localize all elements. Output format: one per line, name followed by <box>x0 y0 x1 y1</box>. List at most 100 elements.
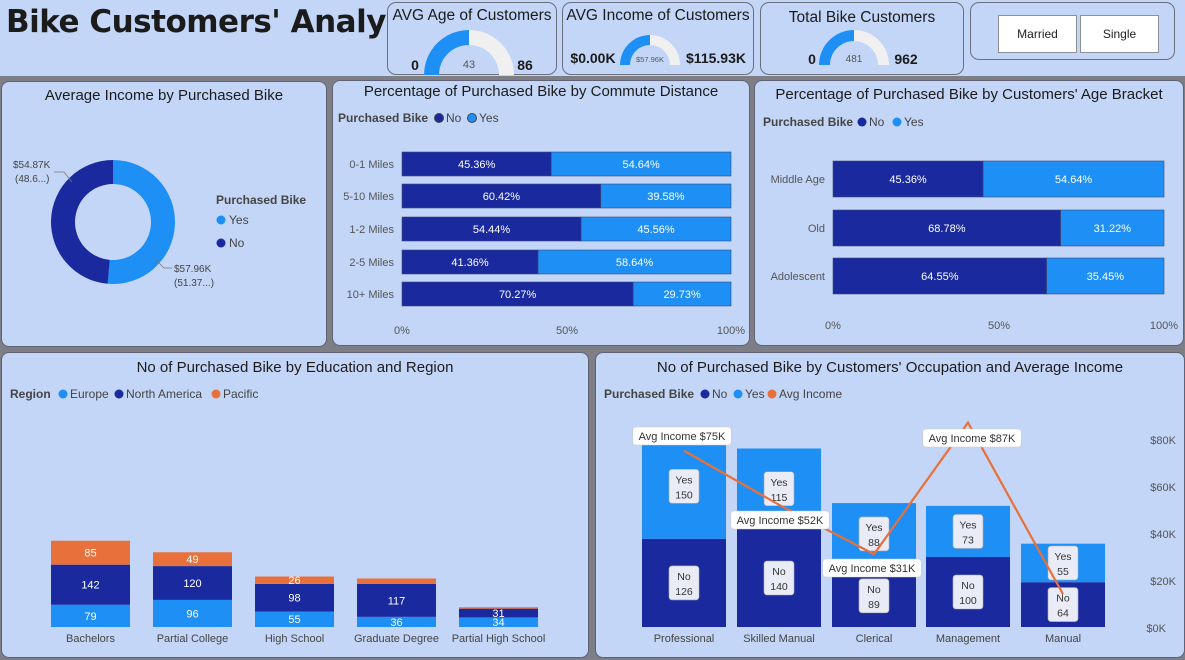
data-label-series: Yes <box>675 474 692 486</box>
data-label: 54.64% <box>622 159 660 171</box>
gauge-max: $115.93K <box>686 50 746 66</box>
legend-swatch-no <box>700 389 710 399</box>
data-label-series: No <box>677 571 691 583</box>
data-label: 55 <box>1057 566 1069 578</box>
line-data-label: Avg Income $75K <box>639 431 726 443</box>
legend-title: Purchased Bike <box>604 387 694 401</box>
data-label: 35.45% <box>1087 271 1125 283</box>
legend-label-avg-income: Avg Income <box>779 387 842 401</box>
legend-label-yes: Yes <box>479 111 499 125</box>
legend-swatch-yes <box>892 117 902 127</box>
x-tick: 0% <box>394 325 410 337</box>
data-label: 120 <box>183 578 201 590</box>
legend-label-europe: Europe <box>70 387 109 401</box>
occupation-panel: No of Purchased Bike by Customers' Occup… <box>595 352 1185 658</box>
data-label: 41.36% <box>451 257 489 269</box>
legend-label-north-america: North America <box>126 387 202 401</box>
data-label: 85 <box>84 548 96 560</box>
data-label: 54.64% <box>1055 174 1093 186</box>
x-tick: Manual <box>1045 633 1081 645</box>
legend-label-pacific: Pacific <box>223 387 258 401</box>
data-label-series: No <box>1056 593 1070 605</box>
gauge-min: 0 <box>411 57 419 73</box>
legend-label-no: No <box>712 387 728 401</box>
donut-slice-yes[interactable] <box>107 160 175 284</box>
x-tick: 100% <box>717 325 745 337</box>
y-tick: 0-1 Miles <box>349 159 394 171</box>
legend-title: Purchased Bike <box>216 193 306 207</box>
data-label: 68.78% <box>928 223 966 235</box>
legend-swatch-no <box>216 238 226 248</box>
data-label: 29.73% <box>663 289 701 301</box>
x-tick: Bachelors <box>66 633 115 645</box>
x-tick: Clerical <box>856 633 893 645</box>
data-label: 73 <box>962 534 974 546</box>
data-label-series: No <box>867 584 881 596</box>
gauge-min: $0.00K <box>570 50 615 66</box>
age-bracket-chart: Purchased Bike No Yes Middle Age 45.36% 54… <box>763 115 1178 332</box>
legend-swatch-yes <box>216 215 226 225</box>
data-label: 58.64% <box>616 257 654 269</box>
y2-tick: $20K <box>1150 576 1176 588</box>
data-label-series: Yes <box>865 522 882 534</box>
x-tick: Partial High School <box>452 633 546 645</box>
data-label: 117 <box>388 595 406 607</box>
legend-title: Purchased Bike <box>338 111 428 125</box>
legend-label-no: No <box>229 236 245 250</box>
y2-tick: $40K <box>1150 529 1176 541</box>
x-tick: 50% <box>988 320 1010 332</box>
y-tick: 1-2 Miles <box>349 224 394 236</box>
x-tick: Partial College <box>157 633 229 645</box>
data-label-series: Yes <box>959 519 976 531</box>
data-label: 64 <box>1057 608 1069 620</box>
age-bracket-panel: Percentage of Purchased Bike by Customer… <box>754 80 1184 346</box>
legend-swatch-no <box>434 113 444 123</box>
y-tick: 10+ Miles <box>347 289 395 301</box>
donut-slice-no[interactable] <box>51 160 113 284</box>
data-label: 79 <box>84 611 96 623</box>
line-data-label: Avg Income $31K <box>829 563 916 575</box>
total-gauge: 0 481 962 <box>808 30 918 67</box>
slicer-option-single[interactable]: Single <box>1080 15 1159 53</box>
legend-label-no: No <box>446 111 462 125</box>
legend-label-yes: Yes <box>745 387 765 401</box>
donut-label-no-pct: (48.6...) <box>15 174 49 185</box>
x-tick: Graduate Degree <box>354 633 439 645</box>
line-data-label: Avg Income $87K <box>929 433 1016 445</box>
data-label: 142 <box>81 580 99 592</box>
x-tick: Skilled Manual <box>743 633 815 645</box>
data-label: 96 <box>186 608 198 620</box>
bar-pacific[interactable] <box>357 578 436 584</box>
y-tick: Old <box>808 223 825 235</box>
donut-label-no-value: $54.87K <box>13 160 51 171</box>
legend-swatch-yes <box>467 113 477 123</box>
gauge-max: 86 <box>517 57 533 73</box>
slicer-option-married[interactable]: Married <box>998 15 1077 53</box>
data-label: 55 <box>288 614 300 626</box>
legend-label-yes: Yes <box>229 213 249 227</box>
legend-title: Region <box>10 387 51 401</box>
legend-swatch-yes <box>733 389 743 399</box>
income-gauge: $0.00K $57.96K $115.93K <box>570 35 746 66</box>
data-label-series: Yes <box>1054 551 1071 563</box>
data-label: 45.56% <box>637 224 675 236</box>
y2-tick: $80K <box>1150 435 1176 447</box>
gauge-value: 481 <box>846 54 863 65</box>
data-label: 89 <box>868 599 880 611</box>
commute-panel: Percentage of Purchased Bike by Commute … <box>332 80 750 346</box>
legend-label-yes: Yes <box>904 115 924 129</box>
legend-swatch-no <box>857 117 867 127</box>
y2-tick: $60K <box>1150 482 1176 494</box>
x-tick: 0% <box>825 320 841 332</box>
data-label: 45.36% <box>889 174 927 186</box>
data-label-series: Yes <box>770 477 787 489</box>
x-tick: 50% <box>556 325 578 337</box>
data-label: 49 <box>186 554 198 566</box>
data-label: 126 <box>675 586 693 598</box>
data-label: 31.22% <box>1094 223 1132 235</box>
kpi-card-income: AVG Income of Customers $0.00K $57.96K $… <box>562 2 754 75</box>
gauge-value: 43 <box>463 59 475 71</box>
page-title: Bike Customers' Analysis <box>6 4 432 40</box>
data-label: 36 <box>390 617 402 629</box>
bar-pacific[interactable] <box>459 607 538 609</box>
